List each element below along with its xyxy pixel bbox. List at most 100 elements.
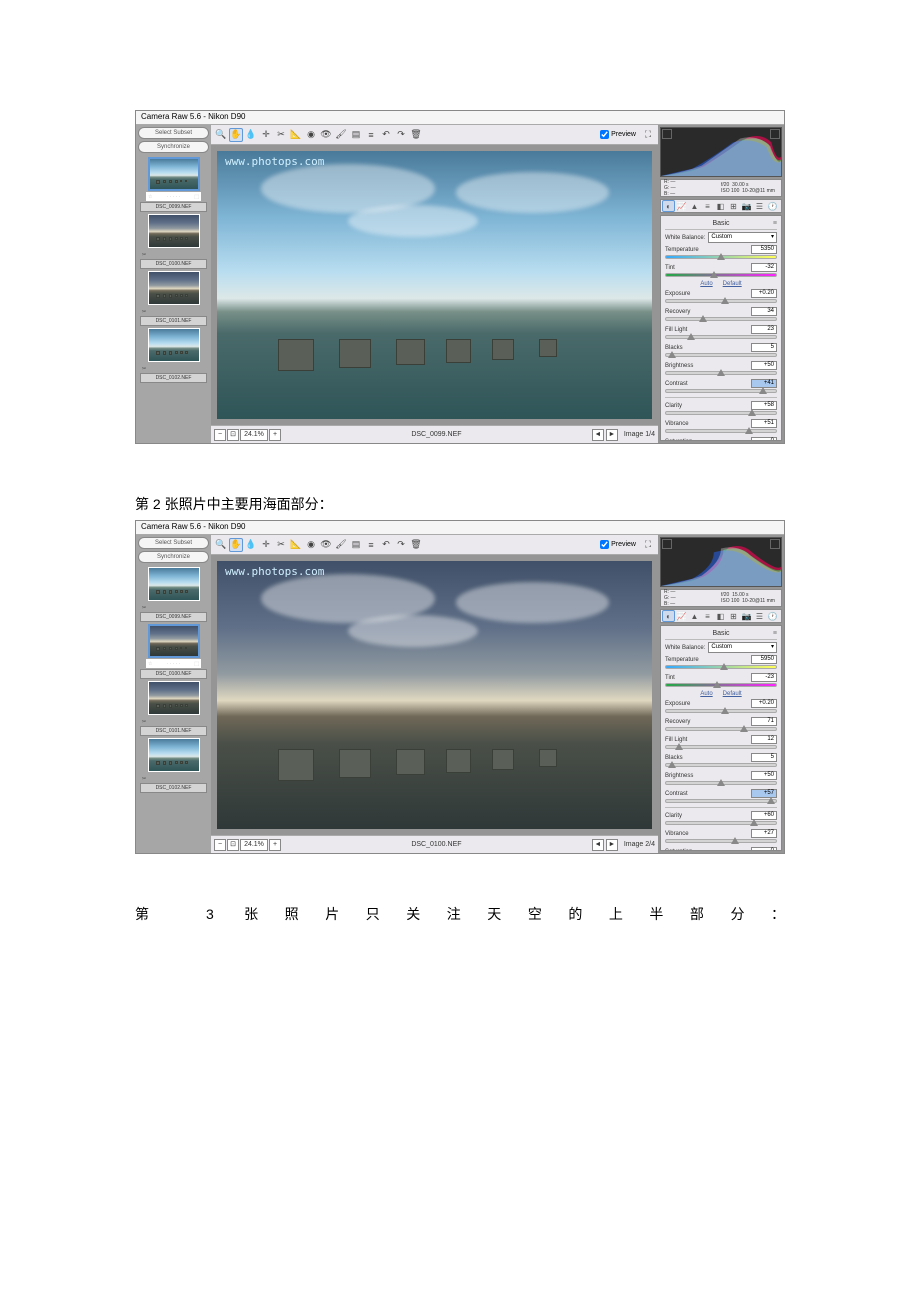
slider-track[interactable] xyxy=(665,781,777,785)
color-sampler-icon[interactable]: ✛ xyxy=(259,538,273,552)
slider-track[interactable] xyxy=(665,255,777,259)
zoom-out-button[interactable]: − xyxy=(214,839,226,851)
zoom-level[interactable]: 24.1% xyxy=(240,839,268,851)
slider-value-input[interactable]: 5950 xyxy=(751,655,777,664)
auto-link[interactable]: Auto xyxy=(700,691,712,697)
rating-strip[interactable]: ☆· · · · ·⬚ xyxy=(146,659,201,668)
spot-icon[interactable]: ◉ xyxy=(304,538,318,552)
filmstrip-thumb[interactable]: ✂ DSC_0101.NEF xyxy=(138,271,209,326)
slider-thumb[interactable] xyxy=(745,427,753,435)
highlight-clip-icon[interactable] xyxy=(770,129,780,139)
slider-track[interactable] xyxy=(665,273,777,277)
slider-track[interactable] xyxy=(665,335,777,339)
slider-thumb[interactable] xyxy=(721,297,729,305)
slider-thumb[interactable] xyxy=(750,819,758,827)
tab-basic-icon[interactable]: ◐ xyxy=(662,610,675,622)
white-balance-select[interactable]: Custom xyxy=(708,232,777,243)
tab-lens-icon[interactable]: ⊞ xyxy=(727,200,740,212)
adjust-brush-icon[interactable]: 🖌 xyxy=(334,538,348,552)
tab-hsl-icon[interactable]: ≡ xyxy=(701,200,714,212)
filmstrip-thumb[interactable]: ✂ DSC_0100.NEF xyxy=(138,214,209,269)
zoom-out-button[interactable]: − xyxy=(214,429,226,441)
synchronize-button[interactable]: Synchronize xyxy=(138,141,209,153)
slider-value-input[interactable]: -23 xyxy=(751,673,777,682)
tab-lens-icon[interactable]: ⊞ xyxy=(727,610,740,622)
slider-track[interactable] xyxy=(665,389,777,393)
slider-thumb[interactable] xyxy=(717,779,725,787)
default-link[interactable]: Default xyxy=(723,281,742,287)
tab-hsl-icon[interactable]: ≡ xyxy=(701,610,714,622)
grad-filter-icon[interactable]: ▤ xyxy=(349,538,363,552)
default-link[interactable]: Default xyxy=(723,691,742,697)
histogram[interactable] xyxy=(660,537,782,587)
rating-strip[interactable]: ☆· · · · ·⬚ xyxy=(146,192,201,201)
slider-thumb[interactable] xyxy=(675,743,683,751)
slider-value-input[interactable]: 12 xyxy=(751,735,777,744)
fullscreen-icon[interactable]: ⛶ xyxy=(641,128,655,142)
white-balance-select[interactable]: Custom xyxy=(708,642,777,653)
slider-value-input[interactable]: -32 xyxy=(751,263,777,272)
rotate-cw-icon[interactable]: ↷ xyxy=(394,538,408,552)
auto-link[interactable]: Auto xyxy=(700,281,712,287)
zoom-in-button[interactable]: + xyxy=(269,839,281,851)
prev-image-button[interactable]: ◄ xyxy=(592,839,604,851)
slider-value-input[interactable]: 34 xyxy=(751,307,777,316)
straighten-icon[interactable]: 📐 xyxy=(289,128,303,142)
prefs-icon[interactable]: ≡ xyxy=(364,128,378,142)
filmstrip-thumb[interactable]: ☆· · · · ·⬚ DSC_0099.NEF xyxy=(138,157,209,212)
filmstrip-thumb[interactable]: ✂ DSC_0102.NEF xyxy=(138,738,209,793)
slider-thumb[interactable] xyxy=(721,707,729,715)
preview-checkbox[interactable]: Preview xyxy=(600,130,636,139)
zoom-in-button[interactable]: + xyxy=(269,429,281,441)
slider-value-input[interactable]: +27 xyxy=(751,829,777,838)
select-subset-button[interactable]: Select Subset xyxy=(138,127,209,139)
slider-thumb[interactable] xyxy=(717,369,725,377)
slider-track[interactable] xyxy=(665,317,777,321)
slider-thumb[interactable] xyxy=(748,409,756,417)
select-subset-button[interactable]: Select Subset xyxy=(138,537,209,549)
slider-thumb[interactable] xyxy=(767,797,775,805)
slider-track[interactable] xyxy=(665,821,777,825)
tab-basic-icon[interactable]: ◐ xyxy=(662,200,675,212)
synchronize-button[interactable]: Synchronize xyxy=(138,551,209,563)
hand-icon[interactable]: ✋ xyxy=(229,538,243,552)
hand-icon[interactable]: ✋ xyxy=(229,128,243,142)
preview-checkbox[interactable]: Preview xyxy=(600,540,636,549)
rotate-ccw-icon[interactable]: ↶ xyxy=(379,128,393,142)
slider-value-input[interactable]: +51 xyxy=(751,419,777,428)
zoom-icon[interactable]: 🔍 xyxy=(214,128,228,142)
image-preview[interactable]: www.photops.com xyxy=(211,555,658,835)
color-sampler-icon[interactable]: ✛ xyxy=(259,128,273,142)
tab-split-tone-icon[interactable]: ◧ xyxy=(714,610,727,622)
slider-track[interactable] xyxy=(665,799,777,803)
grad-filter-icon[interactable]: ▤ xyxy=(349,128,363,142)
slider-value-input[interactable]: 23 xyxy=(751,325,777,334)
prev-image-button[interactable]: ◄ xyxy=(592,429,604,441)
slider-value-input[interactable]: +0.20 xyxy=(751,699,777,708)
histogram[interactable] xyxy=(660,127,782,177)
wb-icon[interactable]: 💧 xyxy=(244,538,258,552)
fullscreen-icon[interactable]: ⛶ xyxy=(641,538,655,552)
tab-split-tone-icon[interactable]: ◧ xyxy=(714,200,727,212)
slider-thumb[interactable] xyxy=(717,253,725,261)
slider-track[interactable] xyxy=(665,839,777,843)
filmstrip-thumb[interactable]: ✂ DSC_0099.NEF xyxy=(138,567,209,622)
adjust-brush-icon[interactable]: 🖌 xyxy=(334,128,348,142)
slider-thumb[interactable] xyxy=(687,333,695,341)
slider-thumb[interactable] xyxy=(710,271,718,279)
next-image-button[interactable]: ► xyxy=(606,839,618,851)
slider-track[interactable] xyxy=(665,371,777,375)
wb-icon[interactable]: 💧 xyxy=(244,128,258,142)
tab-tone-curve-icon[interactable]: 📈 xyxy=(675,200,688,212)
shadow-clip-icon[interactable] xyxy=(662,129,672,139)
slider-value-input[interactable]: +0.20 xyxy=(751,289,777,298)
highlight-clip-icon[interactable] xyxy=(770,539,780,549)
zoom-fit-button[interactable]: ⊡ xyxy=(227,839,239,851)
straighten-icon[interactable]: 📐 xyxy=(289,538,303,552)
slider-track[interactable] xyxy=(665,683,777,687)
slider-track[interactable] xyxy=(665,429,777,433)
slider-track[interactable] xyxy=(665,745,777,749)
slider-thumb[interactable] xyxy=(668,761,676,769)
spot-icon[interactable]: ◉ xyxy=(304,128,318,142)
slider-value-input[interactable]: +50 xyxy=(751,361,777,370)
